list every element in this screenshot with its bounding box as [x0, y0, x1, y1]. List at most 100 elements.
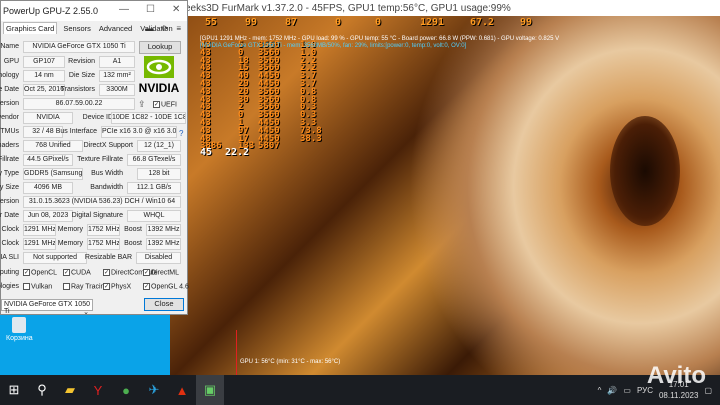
sub-label: Subvendor [0, 114, 19, 121]
sli-label: NVIDIA SLI [0, 254, 19, 261]
date: 08.11.2023 [658, 391, 699, 400]
taskbar: ⊞ ⚲ ▰ Y ● ✈ ▲ ▣ ^ 🔊 ▭ РУС 17:01 08.11.2023 … [0, 375, 720, 405]
maximize-button[interactable]: ☐ [146, 4, 155, 15]
die-value: 132 mm² [99, 70, 135, 82]
close-button[interactable]: Close [144, 298, 184, 311]
osd-value: 5807 [258, 141, 280, 152]
bus-value: PCIe x16 3.0 @ x16 3.0 [101, 126, 177, 138]
die-label: Die Size [68, 72, 95, 79]
bios-value: 86.07.59.00.22 [23, 98, 135, 110]
checkbox-icon: ✓ [63, 269, 70, 276]
furmark-title: eeks3D FurMark v1.37.2.0 - 45FPS, GPU1 t… [185, 0, 720, 16]
tr-value: 3300M [99, 84, 135, 96]
gpuz-titlebar: PowerUp GPU-Z 2.55.0 — ☐ ✕ [1, 1, 187, 21]
tech2-label: Technologies [0, 283, 19, 290]
computing-checkbox[interactable]: ✓ DirectML [143, 269, 179, 276]
tech-label: Technology [0, 72, 19, 79]
osd-value: 38.3 [300, 133, 322, 144]
gpu-select-value: NVIDIA GeForce GTX 1050 Ti [4, 301, 90, 315]
chevron-up-icon[interactable]: ^ [598, 386, 602, 395]
start-icon[interactable]: ⊞ [0, 375, 28, 405]
lookup-button[interactable]: Lookup [139, 41, 181, 54]
gpu-value: GP107 [23, 56, 65, 68]
tab-graphics-card[interactable]: Graphics Card [3, 22, 58, 34]
refresh-icon[interactable]: ⟳ [162, 24, 169, 33]
app-icon[interactable]: ● [112, 375, 140, 405]
computing-checkbox[interactable]: ✓ OpenCL [23, 269, 57, 276]
checkbox-icon: ✓ [143, 269, 150, 276]
mem-label: Memory [57, 226, 83, 233]
dx-label: DirectX Support [83, 142, 133, 149]
yandex-browser-icon[interactable]: Y [84, 375, 112, 405]
band-label: Bandwidth [90, 184, 123, 191]
dc-value: 1291 MHz [23, 238, 56, 250]
gpu-select[interactable]: NVIDIA GeForce GTX 1050 Ti ⌄ [1, 299, 93, 316]
checkbox-icon: ✓ [23, 269, 30, 276]
telegram-icon[interactable]: ✈ [140, 375, 168, 405]
tech-value: 14 nm [23, 70, 65, 82]
help-icon[interactable]: ? [179, 129, 183, 138]
boost-label: Boost [124, 240, 142, 247]
osd-top-value: 99 [520, 17, 533, 28]
tf-value: 66.8 GTexel/s [127, 154, 181, 166]
svg-text:NVIDIA: NVIDIA [139, 81, 180, 95]
rel-value: Oct 25, 2016 [23, 84, 65, 96]
name-label: Name [0, 43, 19, 50]
osd-fps: 45 [200, 147, 213, 158]
minimize-button[interactable]: — [119, 4, 129, 15]
ds-label: Digital Signature [71, 212, 123, 219]
gpuz-taskbar-icon[interactable]: ▣ [196, 375, 224, 405]
checkbox-label: DirectML [151, 269, 180, 277]
furmark-icon[interactable]: ▲ [168, 375, 196, 405]
checkbox-icon: ✓ [103, 269, 110, 276]
osd-top-value: 1291 [420, 17, 445, 28]
osd-info-line: [NVIDIA GeForce GTX 1050 Ti - mem: 3560M… [200, 43, 467, 49]
desktop: Корзина [0, 315, 170, 375]
camera-icon[interactable]: ▬ [146, 24, 154, 33]
gpu-label: GPU [3, 58, 19, 65]
network-icon[interactable]: ▭ [623, 386, 631, 395]
gc-value: 1291 MHz [23, 224, 56, 236]
checkbox-icon [63, 283, 70, 290]
bus-label: Bus Interface [55, 128, 97, 135]
gm-value: 1752 MHz [87, 224, 120, 236]
osd-top-value: 0 [375, 17, 382, 28]
avito-watermark: Avito [646, 362, 706, 389]
uefi-checkbox[interactable]: ✓ UEFI [153, 101, 177, 108]
dm-value: 1752 MHz [87, 238, 120, 250]
tab-sensors[interactable]: Sensors [61, 23, 93, 34]
tr-label: Transistors [60, 86, 95, 93]
rbar-label: Resizable BAR [84, 254, 132, 261]
dd-label: Driver Date [0, 212, 19, 219]
uefi-label: UEFI [161, 101, 177, 109]
technologies-checkbox[interactable]: ✓ OpenGL 4.6 [143, 283, 189, 290]
bw-value: 128 bit [137, 168, 181, 180]
dx-value: 12 (12_1) [137, 140, 181, 152]
checkbox-label: OpenGL 4.6 [151, 283, 189, 291]
mem-label: Memory [57, 240, 83, 247]
eye-pupil [610, 116, 680, 226]
ms-label: Memory Size [0, 184, 19, 191]
gc-label: GPU Clock [0, 226, 19, 233]
menu-icon[interactable]: ≡ [176, 24, 181, 33]
osd-top-value: 55 [205, 17, 218, 28]
search-icon[interactable]: ⚲ [28, 375, 56, 405]
recycle-bin-label[interactable]: Корзина [6, 335, 33, 342]
recycle-bin-icon[interactable] [12, 317, 26, 333]
boost-label: Boost [124, 226, 142, 233]
technologies-checkbox[interactable]: ✓ PhysX [103, 283, 131, 290]
osd-info-line: [GPU1 1291 MHz - mem: 1752 MHz - GPU loa… [200, 36, 560, 42]
ms-value: 4096 MB [23, 182, 73, 194]
technologies-checkbox[interactable]: Vulkan [23, 283, 52, 290]
dev-value: 10DE 1C82 - 10DE 1C82 [111, 112, 186, 124]
pf-value: 44.5 GPixel/s [23, 154, 73, 166]
computing-checkbox[interactable]: ✓ CUDA [63, 269, 91, 276]
graph-label: GPU 1: 56°C (min: 31°C - max: 56°C) [240, 359, 341, 365]
gb-value: 1392 MHz [146, 224, 181, 236]
file-explorer-icon[interactable]: ▰ [56, 375, 84, 405]
volume-icon[interactable]: 🔊 [607, 386, 617, 395]
tab-advanced[interactable]: Advanced [97, 23, 134, 34]
close-window-button[interactable]: ✕ [172, 4, 180, 15]
technologies-checkbox[interactable]: Ray Tracing [63, 283, 108, 290]
share-icon[interactable]: ⇪ [138, 99, 146, 110]
